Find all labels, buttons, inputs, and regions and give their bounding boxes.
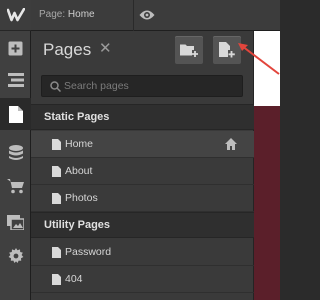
page-key-label: Page: xyxy=(39,9,66,20)
page-row-password[interactable]: Password xyxy=(31,239,254,266)
left-toolbar xyxy=(0,0,31,300)
page-row-home[interactable]: Home xyxy=(31,131,254,158)
pages-panel: Pages ✕ Static Pages Home About Photos xyxy=(31,31,254,300)
page-icon xyxy=(52,139,61,150)
preview-eye-icon[interactable] xyxy=(139,8,155,27)
add-folder-icon xyxy=(180,44,198,57)
page-label: Home xyxy=(65,138,94,150)
top-bar: Page: Home xyxy=(31,0,280,31)
page-icon xyxy=(52,247,61,258)
search-input[interactable] xyxy=(64,78,239,94)
close-icon[interactable]: ✕ xyxy=(99,41,112,56)
section-label: Static Pages xyxy=(44,111,110,123)
new-folder-button[interactable] xyxy=(175,36,203,64)
annotation-arrow-icon xyxy=(238,43,280,75)
page-row-404[interactable]: 404 xyxy=(31,266,254,293)
page-row-about[interactable]: About xyxy=(31,158,254,185)
page-icon xyxy=(52,166,61,177)
designer-window: Page: Home Pages ✕ Static Pages Home xyxy=(0,0,280,300)
page-row-photos[interactable]: Photos xyxy=(31,185,254,212)
settings-icon[interactable] xyxy=(0,240,31,272)
section-label: Utility Pages xyxy=(44,219,111,231)
section-static-pages: Static Pages xyxy=(31,104,254,130)
section-utility-pages: Utility Pages xyxy=(31,212,254,238)
page-label: About xyxy=(65,165,93,177)
divider xyxy=(133,0,134,31)
current-page-name: Home xyxy=(67,9,95,20)
page-label: Password xyxy=(65,246,112,258)
panel-title: Pages xyxy=(43,40,92,59)
ecommerce-icon[interactable] xyxy=(0,170,31,202)
navigator-icon[interactable] xyxy=(0,64,31,96)
add-panel-icon[interactable] xyxy=(0,32,31,64)
page-icon xyxy=(52,193,61,204)
cms-icon[interactable] xyxy=(0,137,31,169)
page-selector[interactable]: Page: Home xyxy=(39,9,95,20)
assets-icon[interactable] xyxy=(0,206,31,238)
page-label: 404 xyxy=(65,273,83,285)
page-icon xyxy=(52,274,61,285)
webflow-logo-icon[interactable] xyxy=(0,0,31,31)
home-icon xyxy=(225,138,237,150)
add-page-icon xyxy=(219,42,235,58)
search-field[interactable] xyxy=(41,75,243,97)
canvas-section xyxy=(254,106,280,300)
pages-icon[interactable] xyxy=(0,98,31,130)
search-icon xyxy=(50,81,61,92)
page-label: Photos xyxy=(65,192,98,204)
